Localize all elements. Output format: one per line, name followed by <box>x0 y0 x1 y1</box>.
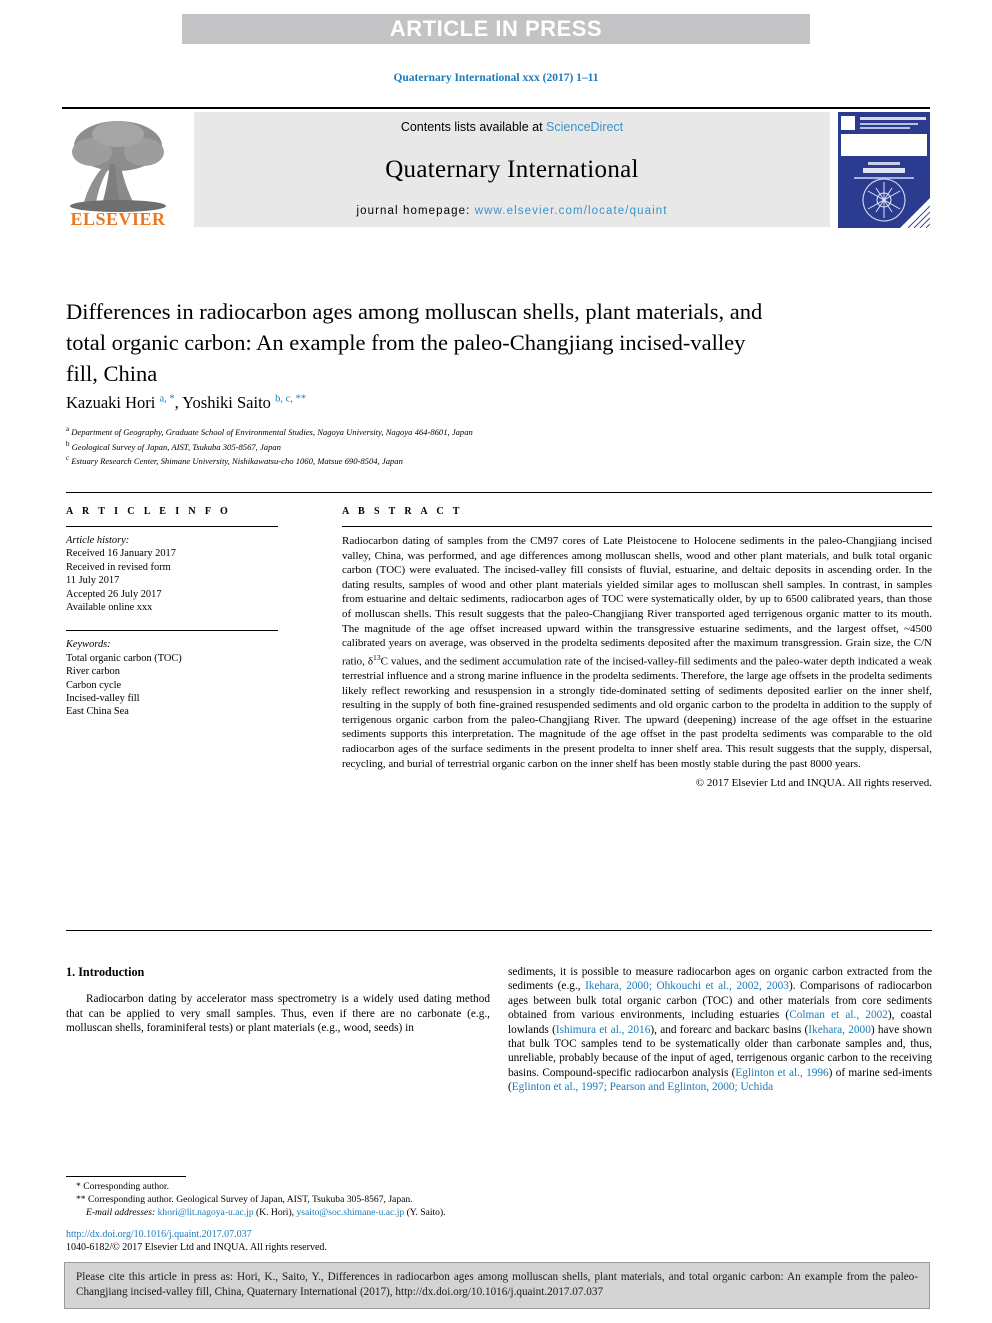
doi-link[interactable]: http://dx.doi.org/10.1016/j.quaint.2017.… <box>66 1228 506 1241</box>
journal-title: Quaternary International <box>385 155 639 183</box>
article-info-column: A R T I C L E I N F O Article history: R… <box>66 506 278 719</box>
article-history-label: Article history: <box>66 535 130 546</box>
abstract-text: Radiocarbon dating of samples from the C… <box>342 534 932 771</box>
body-column-right: sediments, it is possible to measure rad… <box>508 965 932 1095</box>
masthead-panel: Contents lists available at ScienceDirec… <box>194 112 830 227</box>
keywords-label: Keywords: <box>66 639 111 651</box>
email-owner-saito: (Y. Saito). <box>406 1207 446 1219</box>
affiliation-text: Geological Survey of Japan, AIST, Tsukub… <box>71 441 281 452</box>
citation-link[interactable]: Ishimura et al., 2016 <box>556 1024 651 1036</box>
email-link-saito[interactable]: ysaito@soc.shimane-u.ac.jp <box>296 1207 404 1218</box>
citation-link[interactable]: Ikehara, 2000 <box>808 1024 871 1036</box>
introduction-paragraph-left: Radiocarbon dating by accelerator mass s… <box>66 993 490 1035</box>
homepage-prefix: journal homepage: <box>356 205 471 217</box>
journal-homepage-url[interactable]: www.elsevier.com/locate/quaint <box>475 205 668 217</box>
page-title: Differences in radiocarbon ages among mo… <box>66 299 763 386</box>
contents-lists-line: Contents lists available at ScienceDirec… <box>401 120 623 134</box>
article-in-press-label: ARTICLE IN PRESS <box>389 16 603 41</box>
doi-block: http://dx.doi.org/10.1016/j.quaint.2017.… <box>66 1228 506 1254</box>
article-history-block: Article history: Received 16 January 201… <box>66 534 278 614</box>
delta-13c-superscript: 13 <box>373 652 381 662</box>
info-section-bottom-rule <box>66 930 932 931</box>
sciencedirect-link[interactable]: ScienceDirect <box>546 120 623 134</box>
article-history-item: Received in revised form <box>66 561 171 573</box>
elsevier-logo: ELSEVIER <box>62 112 174 230</box>
abstract-copyright: © 2017 Elsevier Ltd and INQUA. All right… <box>695 777 932 790</box>
affiliation-text: Department of Geography, Graduate School… <box>71 426 473 437</box>
affiliation-list: a Department of Geography, Graduate Scho… <box>66 424 866 468</box>
keyword-item: East China Sea <box>66 706 129 718</box>
affiliation-marker: a <box>66 426 70 433</box>
email-addresses-label: E-mail addresses: <box>86 1207 156 1219</box>
abstract-column: A B S T R A C T Radiocarbon dating of sa… <box>342 506 932 789</box>
section-heading-introduction: 1. Introduction <box>66 965 145 979</box>
body-column-left: 1. Introduction Radiocarbon dating by ac… <box>66 965 490 1036</box>
citation-link[interactable]: Ikehara, 2000; Ohkouchi et al., 2002, 20… <box>585 980 789 992</box>
contents-prefix: Contents lists available at <box>400 120 543 134</box>
footnote-corresponding-2: ** Corresponding author. Geological Surv… <box>76 1193 413 1205</box>
abstract-rule <box>342 526 932 527</box>
footnote-rule <box>66 1176 186 1177</box>
introduction-paragraph-right: sediments, it is possible to measure rad… <box>508 965 932 1095</box>
keyword-item: Total organic carbon (TOC) <box>66 652 182 664</box>
keyword-item: River carbon <box>66 666 120 678</box>
article-info-rule <box>66 526 278 527</box>
footnote-emails: E-mail addresses: khori@lit.nagoya-u.ac.… <box>66 1207 490 1220</box>
email-link-hori[interactable]: khori@lit.nagoya-u.ac.jp <box>158 1207 254 1218</box>
cite-this-article-box: Please cite this article in press as: Ho… <box>64 1262 930 1309</box>
affiliation-item: b Geological Survey of Japan, AIST, Tsuk… <box>66 439 866 454</box>
journal-masthead: ELSEVIER Contents lists available at Sci… <box>62 107 931 231</box>
running-head: Quaternary International xxx (2017) 1–11 <box>393 72 599 84</box>
affiliation-text: Estuary Research Center, Shimane Univers… <box>71 456 403 467</box>
email-owner-hori: (K. Hori), <box>255 1207 295 1219</box>
article-history-item: Received 16 January 2017 <box>66 548 176 560</box>
footnote-corresponding-1: * Corresponding author. <box>76 1181 169 1192</box>
keyword-item: Carbon cycle <box>66 679 122 691</box>
affiliation-item: a Department of Geography, Graduate Scho… <box>66 424 866 439</box>
citation-link[interactable]: Eglinton et al., 1997; Pearson and Eglin… <box>512 1081 773 1093</box>
article-info-heading: A R T I C L E I N F O <box>66 506 232 517</box>
affiliation-marker: b <box>66 440 70 448</box>
author-affil-marker: b, c, ** <box>275 393 306 405</box>
abstract-heading: A B S T R A C T <box>342 506 463 517</box>
abstract-text-part1: Radiocarbon dating of samples from the C… <box>342 535 932 668</box>
keywords-block: Keywords: Total organic carbon (TOC) Riv… <box>66 638 278 718</box>
info-section-top-rule <box>66 492 932 493</box>
abstract-text-part2: C values, and the sediment accumulation … <box>342 655 933 770</box>
article-history-item: 11 July 2017 <box>66 575 120 587</box>
article-history-item: Accepted 26 July 2017 <box>66 588 162 600</box>
body-text-run: ), and forearc and backarc basins ( <box>650 1023 809 1036</box>
keyword-item: Incised-valley fill <box>66 693 140 705</box>
footnote-block: * Corresponding author. ** Corresponding… <box>66 1176 490 1220</box>
svg-text:ELSEVIER: ELSEVIER <box>70 209 166 229</box>
journal-homepage-line: journal homepage: www.elsevier.com/locat… <box>356 205 667 217</box>
author-list: Kazuaki Hori a, *, Yoshiki Saito b, c, *… <box>66 393 306 412</box>
keywords-rule <box>66 630 278 632</box>
citation-link[interactable]: Colman et al., 2002 <box>789 1009 888 1021</box>
affiliation-item: c Estuary Research Center, Shimane Unive… <box>66 453 866 468</box>
citation-link[interactable]: Eglinton et al., 1996 <box>735 1067 828 1079</box>
author-affil-marker: a, * <box>159 393 175 405</box>
article-history-item: Available online xxx <box>66 602 153 614</box>
article-in-press-banner: ARTICLE IN PRESS <box>182 14 810 44</box>
affiliation-marker: c <box>66 455 70 463</box>
journal-cover-thumbnail <box>838 112 931 229</box>
issn-copyright-line: 1040-6182/© 2017 Elsevier Ltd and INQUA.… <box>66 1242 327 1254</box>
